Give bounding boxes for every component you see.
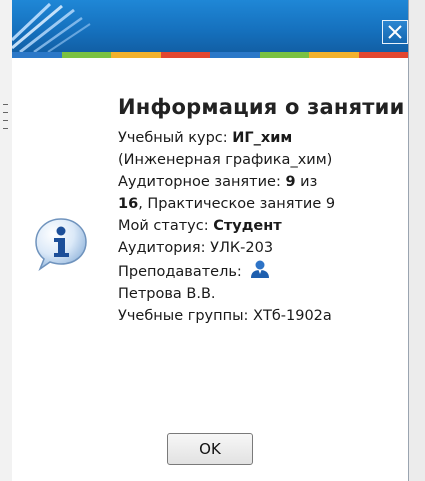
lesson-number: 9	[285, 174, 296, 190]
dialog-titlebar	[12, 0, 408, 52]
course-value: ИГ_хим	[232, 130, 293, 146]
lesson-label: Аудиторное занятие:	[118, 174, 286, 190]
lesson-of: из	[295, 174, 318, 190]
info-icon	[35, 218, 87, 271]
lesson-line: Аудиторное занятие: 9 из	[118, 171, 408, 193]
lesson-info-dialog: Информация о занятии Учебный курс: ИГ_хи…	[12, 0, 408, 481]
groups-line: Учебные группы: ХТб-1902а	[118, 308, 332, 324]
lesson-line-2: 16, Практическое занятие 9	[118, 193, 408, 215]
person-icon[interactable]	[250, 259, 270, 279]
color-stripe	[12, 52, 408, 58]
right-window-edge	[408, 0, 425, 481]
close-icon	[388, 25, 402, 39]
room-line: Аудитория: УЛК-203	[118, 240, 274, 256]
course-line: Учебный курс: ИГ_хим	[118, 127, 408, 149]
dialog-content: Информация о занятии Учебный курс: ИГ_хи…	[118, 93, 408, 327]
swoosh-logo	[12, 2, 91, 52]
course-full-name: (Инженерная графика_хим)	[118, 152, 333, 168]
status-value: Студент	[213, 218, 282, 234]
course-label: Учебный курс:	[118, 130, 233, 146]
teacher-line: Преподаватель:	[118, 259, 408, 283]
status-line: Мой статус: Студент	[118, 215, 408, 237]
lesson-total: 16	[118, 196, 139, 212]
dialog-title: Информация о занятии	[118, 95, 405, 119]
lesson-type: , Практическое занятие 9	[138, 196, 336, 212]
status-label: Мой статус:	[118, 218, 214, 234]
ok-button[interactable]: OK	[167, 433, 253, 465]
close-button[interactable]	[382, 20, 408, 44]
teacher-name: Петрова В.В.	[118, 286, 216, 302]
teacher-label: Преподаватель:	[118, 264, 242, 280]
